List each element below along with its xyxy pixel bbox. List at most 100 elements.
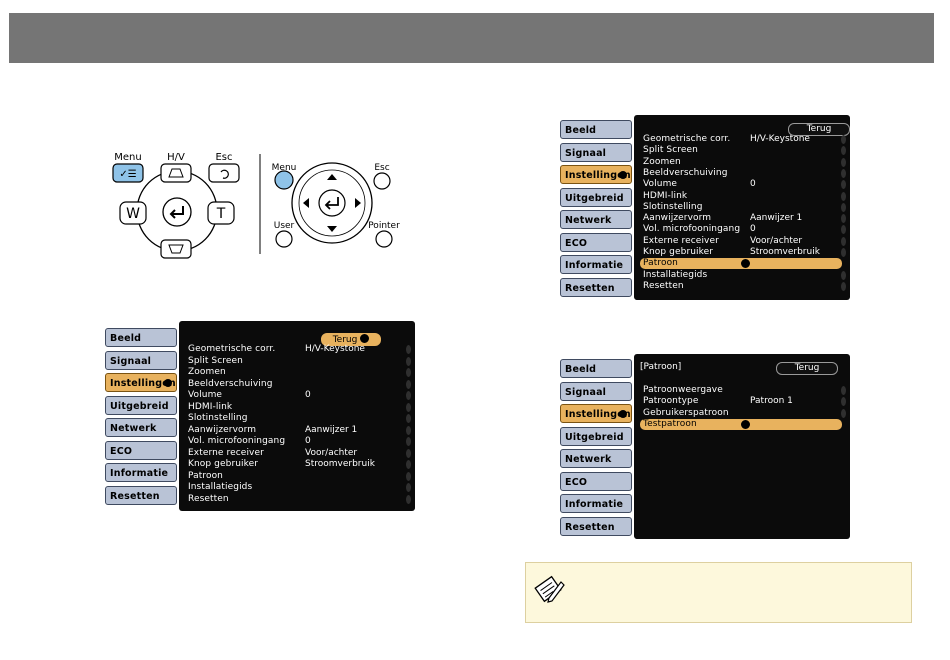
menu-item[interactable]: Resetten <box>640 280 846 292</box>
sidebar-tab-resetten[interactable]: Resetten <box>560 516 632 536</box>
menu-item-value: H/V-Keystone <box>750 134 810 144</box>
menu-item[interactable]: Split Screen <box>185 356 411 367</box>
sidebar-tab-eco[interactable]: ECO <box>105 440 177 460</box>
remote-hv-button[interactable] <box>160 163 192 183</box>
row-edge <box>841 386 846 395</box>
menu-item-value: Stroomverbruik <box>305 459 375 469</box>
sidebar-tab-instellingen[interactable]: Instellingen <box>560 165 632 184</box>
menu-item[interactable]: Installatiegids <box>640 270 846 281</box>
row-edge <box>841 270 846 280</box>
enter-icon <box>741 419 750 429</box>
menu-item[interactable]: Beeldverschuiving <box>185 379 411 390</box>
panel-enter-button[interactable] <box>318 189 346 217</box>
sidebar-tab-resetten[interactable]: Resetten <box>560 277 632 297</box>
menu-item-label: Aanwijzervorm <box>643 213 712 224</box>
menu-item[interactable]: Split Screen <box>640 145 846 156</box>
sidebar-tab-label: ECO <box>565 237 588 249</box>
note-box <box>525 562 912 623</box>
sidebar-tab-uitgebreid[interactable]: Uitgebreid <box>560 426 632 446</box>
menu-item-label: Patroon <box>643 258 678 269</box>
menu-item-value: 0 <box>305 436 311 446</box>
menu-item[interactable]: Testpatroon <box>640 418 842 430</box>
menu-item[interactable]: Geometrische corr. H/V-Keystone <box>185 344 411 355</box>
panel-user-button[interactable] <box>275 230 293 248</box>
sidebar-tab-informatie[interactable]: Informatie <box>560 255 632 274</box>
sidebar-tab-signaal[interactable]: Signaal <box>105 350 177 370</box>
sidebar-tab-netwerk[interactable]: Netwerk <box>560 210 632 229</box>
row-edge <box>841 146 846 156</box>
menu-item[interactable]: Gebruikerspatroon <box>640 407 846 419</box>
menu-item[interactable]: Knop gebruiker Stroomverbruik <box>185 459 411 470</box>
menu-item[interactable]: Aanwijzervorm Aanwijzer 1 <box>640 213 846 224</box>
sidebar-tab-informatie[interactable]: Informatie <box>560 494 632 513</box>
remote-menu-label: Menu <box>114 152 141 163</box>
back-button[interactable]: Terug <box>776 362 838 375</box>
menu-item-label: Gebruikerspatroon <box>643 407 729 418</box>
menu-item[interactable]: Volume 0 <box>185 390 411 401</box>
sidebar-tab-uitgebreid[interactable]: Uitgebreid <box>105 395 177 415</box>
row-edge <box>406 345 411 354</box>
menu-item-label: Knop gebruiker <box>188 459 259 469</box>
menu-item[interactable]: Resetten <box>185 494 411 505</box>
menu-item-label: Externe receiver <box>188 447 264 458</box>
sidebar-tab-informatie[interactable]: Informatie <box>105 463 177 482</box>
menu-item-label: Knop gebruiker <box>643 247 714 257</box>
menu-item[interactable]: Aanwijzervorm Aanwijzer 1 <box>185 425 411 436</box>
menu-item[interactable]: Volume 0 <box>640 179 846 190</box>
menu-item[interactable]: Beeldverschuiving <box>640 168 846 179</box>
menu-item-value: H/V-Keystone <box>305 344 365 354</box>
menu-item[interactable]: Geometrische corr. H/V-Keystone <box>640 134 846 145</box>
menu-item[interactable]: Slotinstelling <box>640 202 846 213</box>
remote-esc-button[interactable] <box>208 163 240 183</box>
sidebar-tab-eco[interactable]: ECO <box>560 471 632 491</box>
sidebar-tab-signaal[interactable]: Signaal <box>560 381 632 401</box>
sidebar-tab-beeld[interactable]: Beeld <box>560 359 632 378</box>
row-edge <box>406 379 411 389</box>
remote-enter-button[interactable] <box>162 197 192 227</box>
sidebar-tab-instellingen[interactable]: Instellingen <box>560 404 632 423</box>
sidebar-tab-beeld[interactable]: Beeld <box>560 120 632 139</box>
menu-item-label: Vol. microfooningang <box>188 436 286 446</box>
sidebar-tab-signaal[interactable]: Signaal <box>560 142 632 162</box>
menu-item[interactable]: Zoomen <box>640 156 846 168</box>
menu-item[interactable]: Installatiegids <box>185 482 411 493</box>
row-edge <box>841 191 846 201</box>
menu-item[interactable]: Patroon <box>640 258 842 270</box>
menu-item[interactable]: Slotinstelling <box>185 413 411 424</box>
menu-item[interactable]: Zoomen <box>185 367 411 378</box>
menu-item-label: HDMI-link <box>643 190 688 201</box>
menu-item[interactable]: Patroonweergave <box>640 385 846 396</box>
panel-esc-button[interactable] <box>373 172 391 190</box>
menu-item[interactable]: HDMI-link <box>640 190 846 202</box>
row-edge <box>841 180 846 190</box>
row-edge <box>406 414 411 423</box>
menu-panel: Terug [Patroon] Patroonweergave Patroontype… <box>634 354 850 539</box>
sidebar-tab-uitgebreid[interactable]: Uitgebreid <box>560 187 632 207</box>
sidebar-tab-netwerk[interactable]: Netwerk <box>105 418 177 437</box>
menu-item-label: Geometrische corr. <box>643 134 731 144</box>
menu-item[interactable]: Patroontype Patroon 1 <box>640 396 846 407</box>
row-edge <box>406 471 411 481</box>
sidebar-tab-eco[interactable]: ECO <box>560 232 632 252</box>
row-edge <box>841 225 846 235</box>
menu-item-value: Patroon 1 <box>750 396 793 407</box>
panel-pointer-button[interactable] <box>375 230 393 248</box>
remote-keystone-down-button[interactable] <box>160 239 192 259</box>
panel-menu-button[interactable] <box>274 170 294 190</box>
menu-item-label: Externe receiver <box>643 235 719 246</box>
selected-indicator-icon <box>619 410 627 418</box>
menu-item[interactable]: Externe receiver Voor/achter <box>185 447 411 459</box>
menu-item[interactable]: HDMI-link <box>185 402 411 413</box>
sidebar-tab-resetten[interactable]: Resetten <box>105 485 177 505</box>
menu-item[interactable]: Vol. microfooningang 0 <box>185 436 411 447</box>
sidebar-tab-beeld[interactable]: Beeld <box>105 328 177 347</box>
sidebar-tab-netwerk[interactable]: Netwerk <box>560 449 632 468</box>
menu-item[interactable]: Vol. microfooningang 0 <box>640 224 846 235</box>
menu-item-value: 0 <box>750 179 756 190</box>
menu-item[interactable]: Knop gebruiker Stroomverbruik <box>640 247 846 258</box>
menu-item[interactable]: Patroon <box>185 471 411 482</box>
menu-item-label: Resetten <box>643 280 684 291</box>
menu-item[interactable]: Externe receiver Voor/achter <box>640 235 846 247</box>
menu-item-label: Zoomen <box>643 156 681 167</box>
sidebar-tab-instellingen[interactable]: Instellingen <box>105 373 177 392</box>
